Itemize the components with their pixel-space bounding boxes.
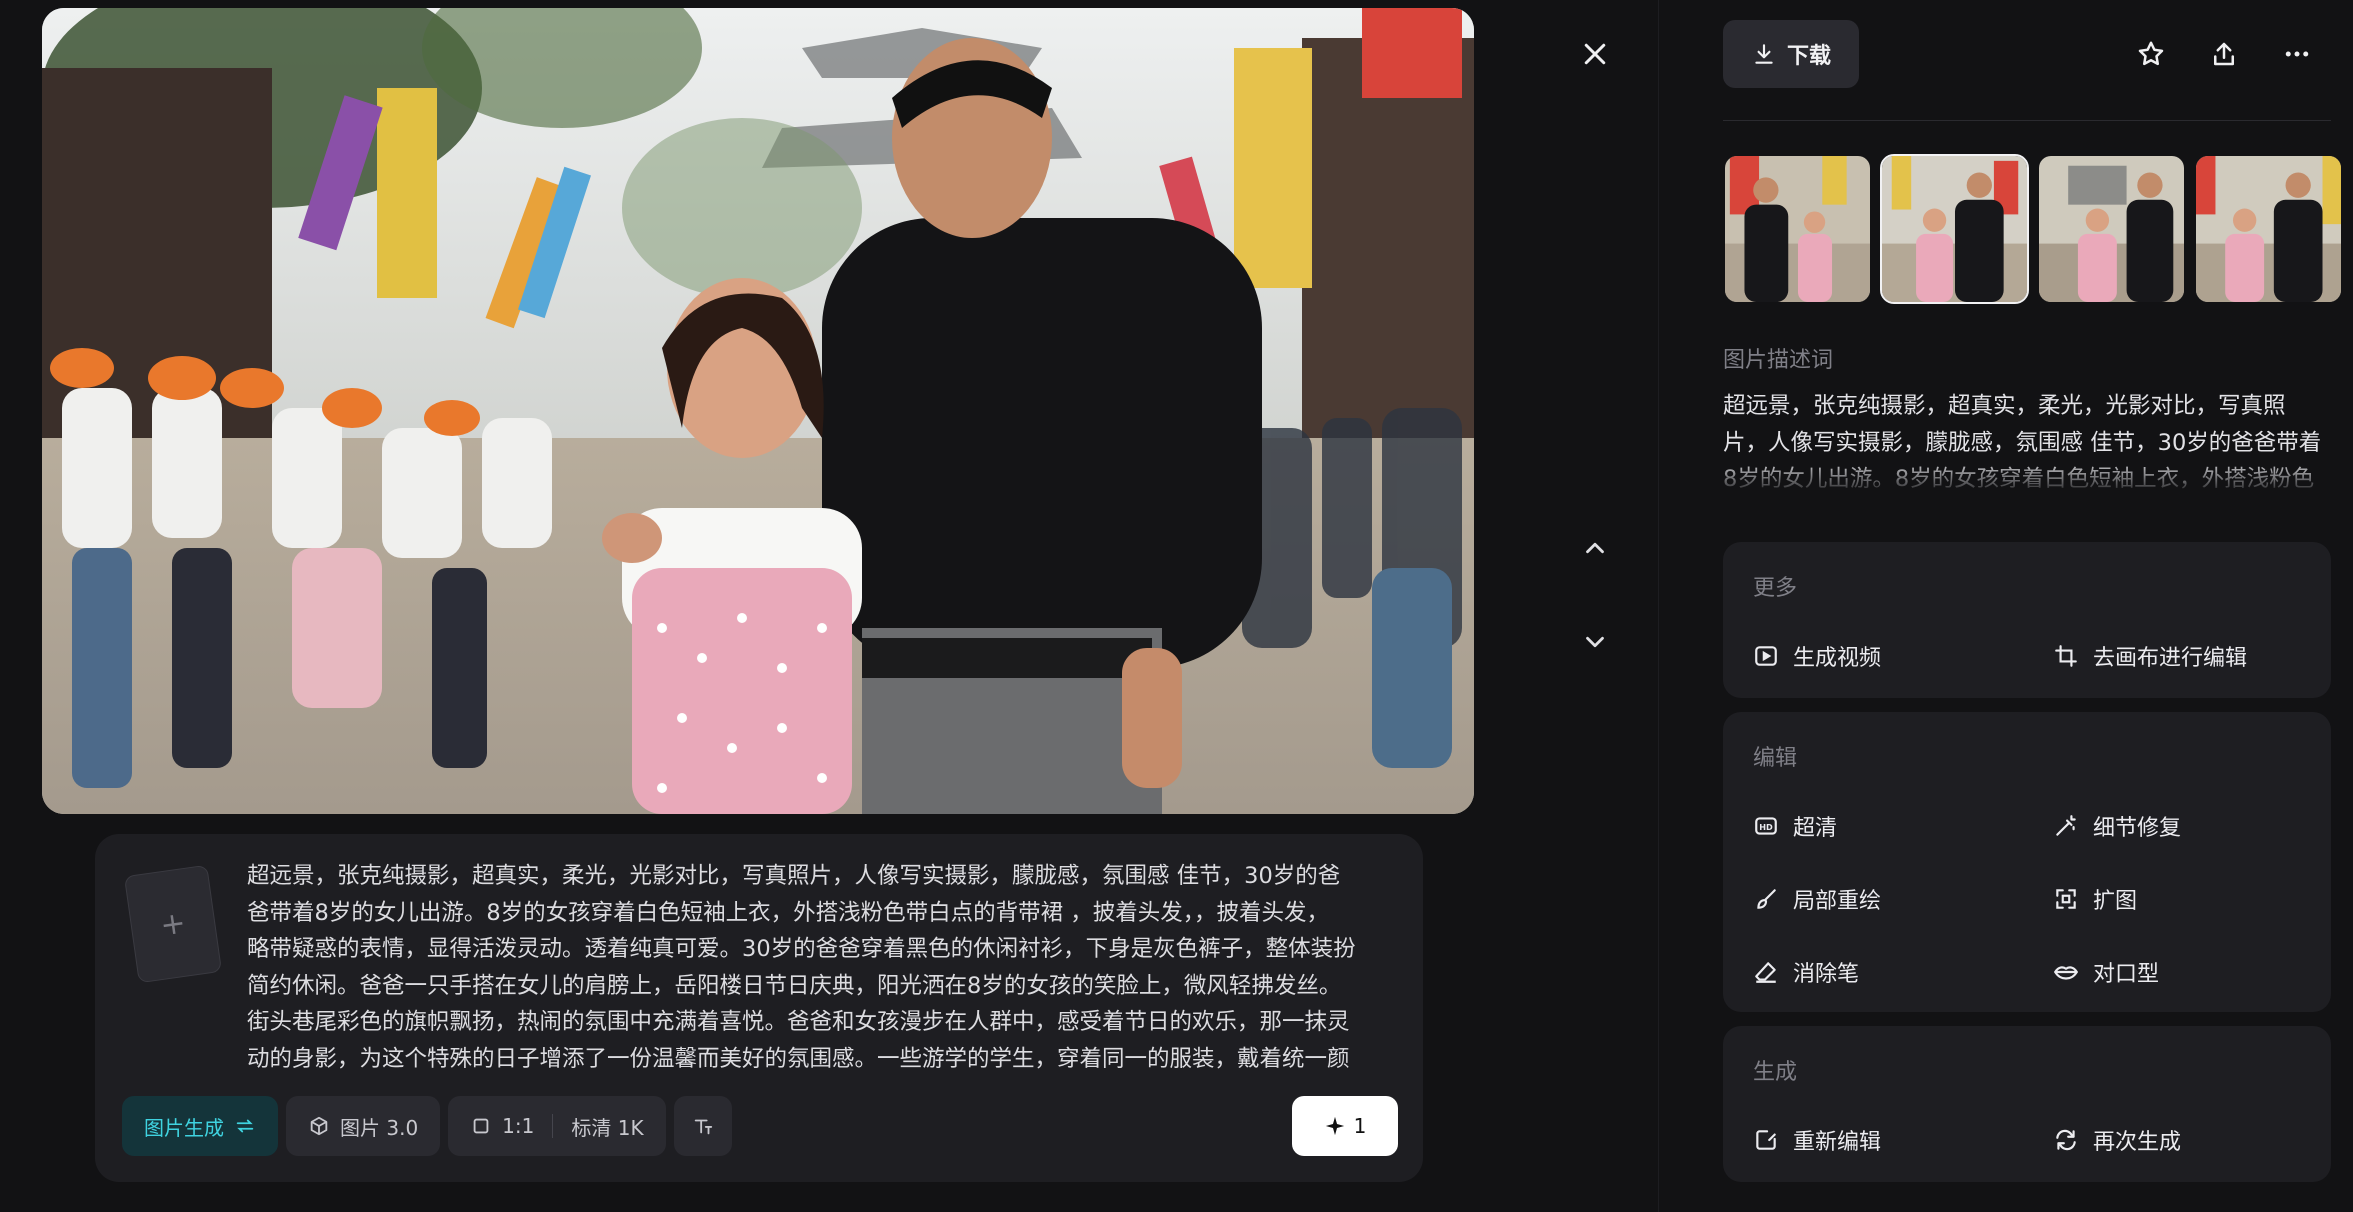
divider — [552, 1114, 554, 1138]
outpaint-button[interactable]: 扩图 — [2053, 883, 2137, 915]
text-style-button[interactable] — [673, 1096, 732, 1156]
detail-toolbar: 下载 — [1723, 20, 2331, 90]
generate-count: 1 — [1353, 1114, 1367, 1138]
mode-label: 图片生成 — [144, 1115, 224, 1140]
description-line: 8岁的女儿出游。8岁的女孩穿着白色短袖上衣，外搭浅粉色 — [1723, 466, 2315, 492]
next-image-button[interactable] — [1569, 616, 1621, 668]
quality-label: 标清 1K — [571, 1115, 644, 1140]
prompt-line: 街头巷尾彩色的旗帜飘扬，热闹的氛围中充满着喜悦。爸爸和女孩漫步在人群中，感受着节… — [247, 1009, 1350, 1035]
prompt-line: 爸带着8岁的女儿出游。8岁的女孩穿着白色短袖上衣，外搭浅粉色带白点的背带裙 ，披… — [247, 899, 1330, 926]
refresh-icon — [2056, 1129, 2076, 1151]
add-reference-image-button[interactable]: + — [123, 864, 223, 984]
expand-icon — [2056, 889, 2076, 909]
model-label: 图片 3.0 — [340, 1115, 419, 1140]
prompt-line: 简约休闲。爸爸一只手搭在女儿的肩膀上，岳阳楼日节日庆典，阳光洒在8岁的女孩的笑脸… — [247, 972, 1342, 999]
action-label: 去画布进行编辑 — [2093, 646, 2248, 671]
model-selector[interactable]: 图片 3.0 — [286, 1096, 441, 1156]
brush-icon — [1757, 889, 1776, 909]
action-label: 细节修复 — [2093, 816, 2182, 841]
generated-image[interactable] — [42, 8, 1474, 814]
prompt-card: + 超远景，张克纯摄影，超真实，柔光，光影对比，写真照片，人像写实摄影，朦胧感，… — [95, 834, 1423, 1182]
share-icon — [2214, 42, 2234, 66]
thumbnail[interactable] — [2194, 154, 2343, 304]
action-label: 重新编辑 — [1793, 1130, 1882, 1155]
svg-text:HD: HD — [1759, 822, 1773, 832]
crop-icon — [2055, 645, 2077, 667]
action-label: 扩图 — [2093, 889, 2138, 914]
square-ratio-icon — [473, 1118, 489, 1134]
description-line: 片，人像写实摄影，朦胧感，氛围感 佳节，30岁的爸爸带着 — [1723, 429, 2322, 456]
more-horizontal-icon — [2285, 51, 2309, 57]
mode-selector[interactable]: 图片生成 — [122, 1096, 278, 1156]
eraser-button[interactable]: 消除笔 — [1753, 956, 1859, 988]
chevron-up-icon — [1586, 542, 1604, 554]
section-title: 更多 — [1753, 576, 1798, 601]
text-style-icon — [694, 1119, 712, 1135]
thumbnail[interactable] — [2037, 154, 2186, 304]
more-section: 更多 生成视频 去画布进行编辑 — [1723, 542, 2331, 698]
download-icon — [1755, 44, 1773, 64]
prompt-text[interactable]: 超远景，张克纯摄影，超真实，柔光，光影对比，写真照片，人像写实摄影，朦胧感，氛围… — [247, 858, 1397, 1076]
thumbnail[interactable] — [1723, 154, 1872, 304]
edit-card-icon — [1756, 1130, 1776, 1150]
prompt-line: 超远景，张克纯摄影，超真实，柔光，光影对比，写真照片，人像写实摄影，朦胧感，氛围… — [247, 863, 1341, 889]
chevron-down-icon — [1586, 636, 1604, 648]
section-title: 编辑 — [1753, 746, 1798, 771]
edit-in-canvas-button[interactable]: 去画布进行编辑 — [2053, 640, 2247, 672]
action-label: 超清 — [1793, 816, 1838, 841]
swap-icon — [236, 1119, 254, 1133]
thumbnail-image — [2196, 156, 2341, 302]
video-play-icon — [1755, 646, 1777, 666]
plus-icon: + — [158, 904, 188, 944]
sparkle-icon — [1325, 1116, 1344, 1136]
thumbnail-strip — [1723, 154, 2343, 304]
detail-repair-button[interactable]: 细节修复 — [2053, 810, 2181, 842]
star-icon — [2138, 41, 2164, 66]
action-label: 对口型 — [2093, 962, 2160, 987]
prompt-toolbar: 图片生成 图片 3.0 1:1 标清 1K — [122, 1096, 732, 1156]
prompt-line: 略带疑惑的表情，显得活泼灵动。透着纯真可爱。30岁的爸爸穿着黑色的休闲衬衫，下身… — [247, 936, 1356, 962]
re-edit-button[interactable]: 重新编辑 — [1753, 1124, 1881, 1156]
generate-section: 生成 重新编辑 再次生成 — [1723, 1026, 2331, 1182]
thumbnail-image — [2039, 156, 2184, 302]
edit-section: 编辑 HD 超清 细节修复 局部重绘 扩图 消除笔 对口型 — [1723, 712, 2331, 1012]
share-button[interactable] — [2204, 34, 2244, 74]
lips-icon — [2053, 966, 2079, 980]
description-text: 超远景，张克纯摄影，超真实，柔光，光影对比，写真照 片，人像写实摄影，朦胧感，氛… — [1723, 388, 2343, 496]
cube-icon — [310, 1116, 328, 1136]
generate-button[interactable]: 1 — [1292, 1096, 1398, 1156]
ratio-quality-selector[interactable]: 1:1 标清 1K — [448, 1096, 666, 1156]
close-button[interactable] — [1569, 28, 1621, 80]
description-label: 图片描述词 — [1723, 348, 1834, 373]
favorite-button[interactable] — [2131, 34, 2171, 74]
action-label: 生成视频 — [1793, 646, 1882, 671]
hd-icon: HD — [1755, 817, 1777, 835]
download-button[interactable]: 下载 — [1723, 20, 1859, 88]
section-title: 生成 — [1753, 1060, 1798, 1085]
toolbar-divider — [1723, 120, 2331, 121]
close-icon — [1584, 43, 1606, 65]
action-label: 再次生成 — [2093, 1130, 2182, 1155]
panel-divider — [1658, 0, 1659, 1212]
action-label: 局部重绘 — [1793, 889, 1882, 914]
magic-wand-icon — [2056, 815, 2076, 836]
regenerate-button[interactable]: 再次生成 — [2053, 1124, 2181, 1156]
ratio-label: 1:1 — [502, 1114, 535, 1138]
thumbnail-image — [1725, 156, 1870, 302]
previous-image-button[interactable] — [1569, 522, 1621, 574]
street-festival-photo — [42, 8, 1474, 814]
thumbnail-image — [1882, 156, 2027, 302]
download-label: 下载 — [1786, 44, 1831, 69]
prompt-line: 动的身影，为这个特殊的日子增添了一份温馨而美好的氛围感。一些游学的学生，穿着同一… — [247, 1045, 1350, 1072]
more-options-button[interactable] — [2277, 34, 2317, 74]
generate-video-button[interactable]: 生成视频 — [1753, 640, 1881, 672]
eraser-icon — [1755, 962, 1776, 983]
description-line: 超远景，张克纯摄影，超真实，柔光，光影对比，写真照 — [1723, 393, 2286, 419]
inpaint-button[interactable]: 局部重绘 — [1753, 883, 1881, 915]
action-label: 消除笔 — [1793, 962, 1860, 987]
upscale-hd-button[interactable]: HD 超清 — [1753, 810, 1837, 842]
thumbnail-selected[interactable] — [1880, 154, 2029, 304]
lip-sync-button[interactable]: 对口型 — [2053, 956, 2159, 988]
